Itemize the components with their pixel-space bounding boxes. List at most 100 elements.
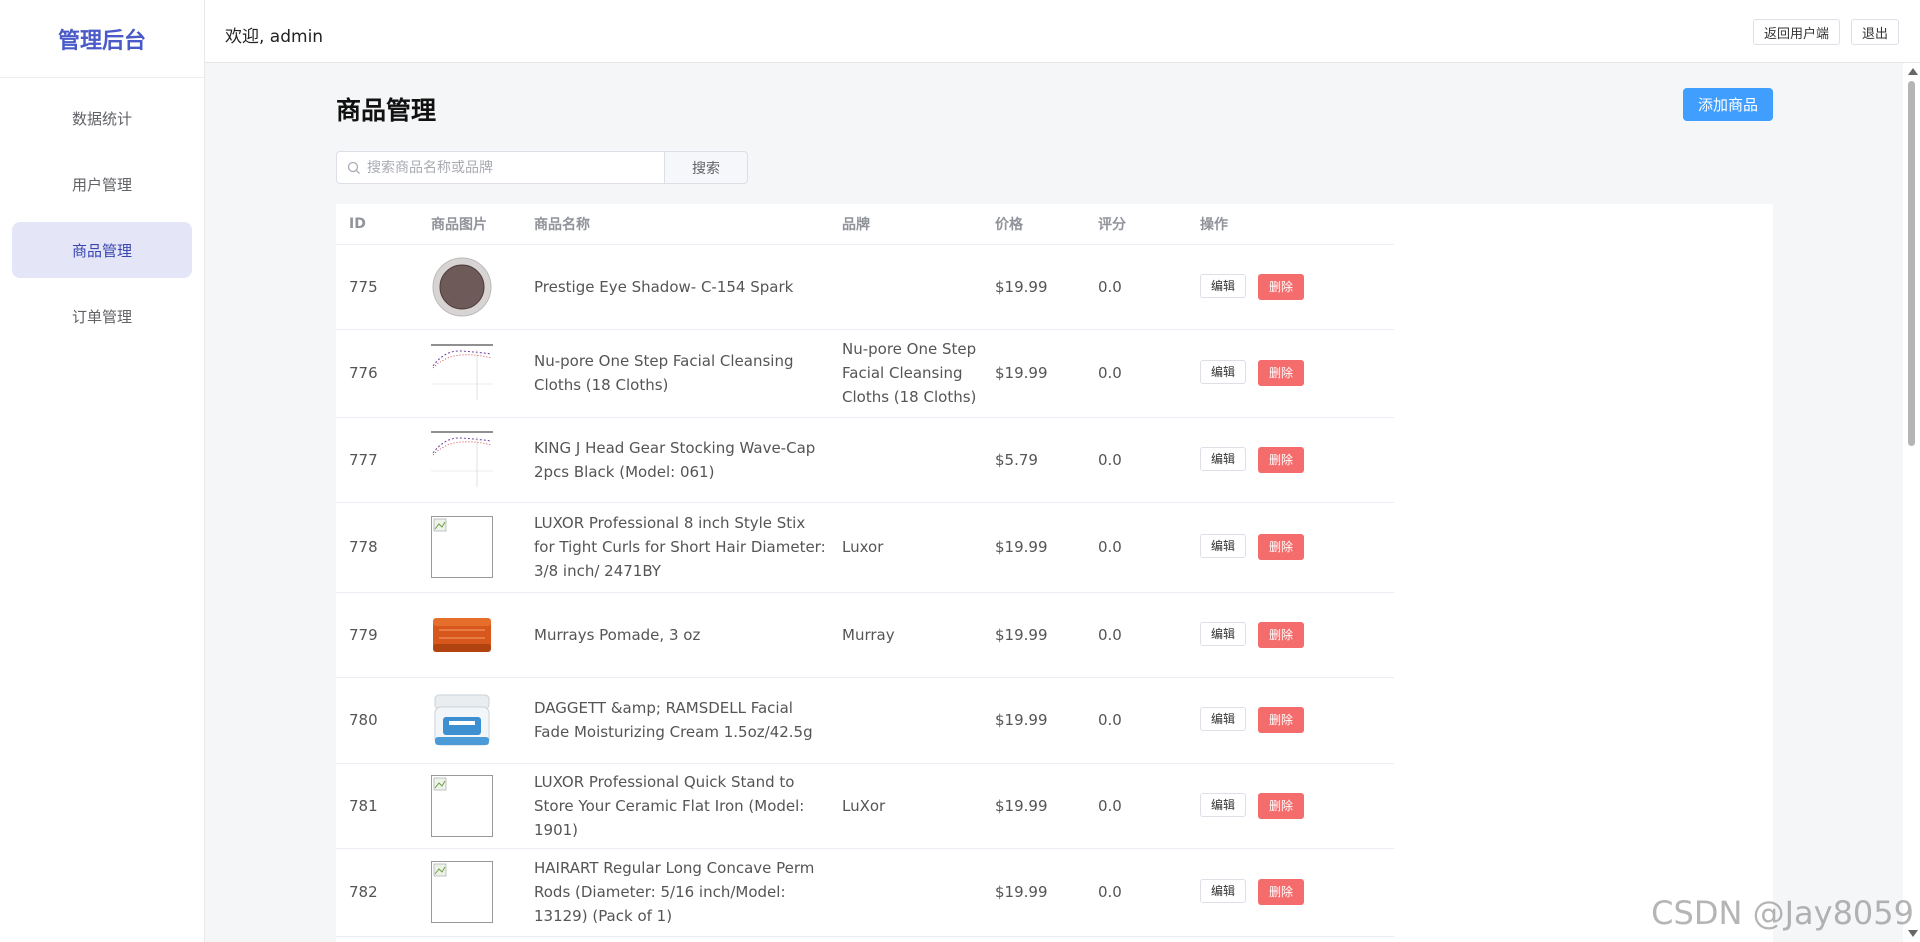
edit-button[interactable]: 编辑 [1200, 707, 1247, 731]
logout-button[interactable]: 退出 [1851, 19, 1900, 45]
product-table-panel: ID 商品图片 商品名称 品牌 价格 评分 操作 775 Prestige Eye… [336, 204, 1773, 942]
scroll-up-arrow-icon[interactable] [1908, 68, 1918, 75]
product-image [418, 244, 521, 330]
search-input[interactable] [367, 159, 647, 176]
product-image [418, 763, 521, 849]
product-price: $19.99 [982, 502, 1085, 593]
product-name: Nu-pore One Step Facial Cleansing Cloths… [521, 329, 829, 418]
delete-button[interactable]: 删除 [1258, 534, 1305, 560]
product-id: 779 [336, 592, 418, 678]
table-row: 779 Murrays Pomade, 3 oz Murray $19.99 0.0 编辑… [336, 592, 1394, 678]
product-brand: Luxor [829, 502, 982, 593]
delete-button[interactable]: 删除 [1258, 273, 1305, 300]
edit-button[interactable]: 编辑 [1200, 792, 1247, 817]
product-actions: 编辑 删除 [1187, 329, 1394, 418]
table-header-row: ID 商品图片 商品名称 品牌 价格 评分 操作 [336, 204, 1394, 245]
product-id: 775 [336, 244, 418, 330]
table-row: 777 KING J Head Gear Stocking Wave-Cap 2p… [336, 417, 1394, 503]
product-id: 778 [336, 502, 418, 593]
product-actions: 编辑 删除 [1187, 592, 1394, 678]
watermark: CSDN @Jay8059 [1651, 894, 1914, 932]
column-header-image: 商品图片 [418, 204, 521, 245]
sidebar-item-orders[interactable]: 订单管理 [12, 288, 192, 344]
product-price: $19.99 [982, 848, 1085, 937]
table-row: 775 Prestige Eye Shadow- C-154 Spark $19.9… [336, 244, 1394, 330]
product-rating: 0.0 [1085, 417, 1187, 503]
table-row: 778 LUXOR Professional 8 inch Style Stix … [336, 502, 1394, 593]
product-actions: 编辑 删除 [1187, 677, 1394, 764]
product-name: LUXOR Professional 8 inch Style Stix for… [521, 502, 829, 593]
sidebar-item-products[interactable]: 商品管理 [12, 222, 192, 278]
product-name: Murrays Pomade, 3 oz [521, 592, 829, 678]
sidebar-item-stats[interactable]: 数据统计 [12, 90, 192, 146]
column-header-id: ID [336, 204, 418, 245]
column-header-actions: 操作 [1187, 204, 1394, 245]
edit-button[interactable]: 编辑 [1200, 879, 1247, 903]
column-header-price: 价格 [982, 204, 1085, 245]
edit-button[interactable]: 编辑 [1200, 360, 1247, 384]
sidebar-item-label: 数据统计 [71, 109, 132, 128]
column-header-brand: 品牌 [829, 204, 982, 245]
brand-logo: 管理后台 [0, 0, 204, 78]
product-actions: 编辑 删除 [1187, 848, 1394, 937]
add-product-button[interactable]: 添加商品 [1683, 88, 1773, 121]
sidebar-item-users[interactable]: 用户管理 [12, 156, 192, 212]
product-price: $19.99 [982, 592, 1085, 678]
delete-button[interactable]: 删除 [1258, 792, 1305, 819]
search-icon [347, 161, 360, 174]
delete-button[interactable]: 删除 [1258, 446, 1305, 473]
product-price: $19.99 [982, 763, 1085, 849]
product-name: HAIRART Regular Long Concave Perm Rods (… [521, 848, 829, 937]
product-price: $19.99 [982, 244, 1085, 330]
product-actions: 编辑 删除 [1187, 763, 1394, 849]
search-bar: 搜索 [336, 151, 748, 184]
page-scrollbar[interactable] [1903, 63, 1920, 942]
sidebar: 管理后台 数据统计 用户管理 商品管理 订单管理 [0, 0, 205, 942]
column-header-rating: 评分 [1085, 204, 1187, 245]
edit-button[interactable]: 编辑 [1200, 273, 1247, 298]
product-id: 780 [336, 677, 418, 764]
product-brand [829, 244, 982, 330]
top-header: 欢迎, admin 返回用户端 退出 [205, 0, 1920, 63]
table-row: 780 DAGGETT &amp; RAMSDELL Facial Fade Mo… [336, 677, 1394, 764]
product-name: DAGGETT &amp; RAMSDELL Facial Fade Moist… [521, 677, 829, 764]
product-id: 782 [336, 848, 418, 937]
product-actions: 编辑 删除 [1187, 502, 1394, 593]
product-price: $19.99 [982, 329, 1085, 418]
scroll-thumb[interactable] [1908, 81, 1915, 446]
product-rating: 0.0 [1085, 244, 1187, 330]
back-to-user-button[interactable]: 返回用户端 [1753, 19, 1841, 45]
edit-button[interactable]: 编辑 [1200, 621, 1247, 646]
welcome-text: 欢迎, admin [225, 27, 324, 47]
product-actions: 编辑 删除 [1187, 244, 1394, 330]
product-price: $5.79 [982, 417, 1085, 503]
delete-button[interactable]: 删除 [1258, 879, 1305, 905]
product-brand: LuXor [829, 763, 982, 849]
product-image [418, 417, 521, 503]
sidebar-item-label: 订单管理 [71, 307, 132, 326]
table-row: 776 Nu-pore One Step Facial Cleansing Clo… [336, 329, 1394, 418]
column-header-name: 商品名称 [521, 204, 829, 245]
edit-button[interactable]: 编辑 [1200, 534, 1247, 558]
page-title: 商品管理 [336, 96, 437, 125]
product-id: 777 [336, 417, 418, 503]
delete-button[interactable]: 删除 [1258, 360, 1305, 386]
product-rating: 0.0 [1085, 502, 1187, 593]
product-name: KING J Head Gear Stocking Wave-Cap 2pcs … [521, 417, 829, 503]
edit-button[interactable]: 编辑 [1200, 446, 1247, 471]
main-content: 商品管理 添加商品 搜索 ID 商品图片 商品名称 品牌 价格 [336, 63, 1773, 942]
product-image [418, 848, 521, 937]
search-button[interactable]: 搜索 [664, 151, 748, 184]
product-table: ID 商品图片 商品名称 品牌 价格 评分 操作 775 Prestige Eye… [336, 204, 1394, 937]
product-rating: 0.0 [1085, 677, 1187, 764]
product-image [418, 677, 521, 764]
delete-button[interactable]: 删除 [1258, 621, 1305, 648]
product-image [418, 502, 521, 593]
delete-button[interactable]: 删除 [1258, 707, 1305, 733]
product-image [418, 329, 521, 418]
product-actions: 编辑 删除 [1187, 417, 1394, 503]
table-row: 782 HAIRART Regular Long Concave Perm Rod… [336, 848, 1394, 937]
product-rating: 0.0 [1085, 592, 1187, 678]
sidebar-item-label: 商品管理 [71, 241, 132, 260]
product-image [418, 592, 521, 678]
